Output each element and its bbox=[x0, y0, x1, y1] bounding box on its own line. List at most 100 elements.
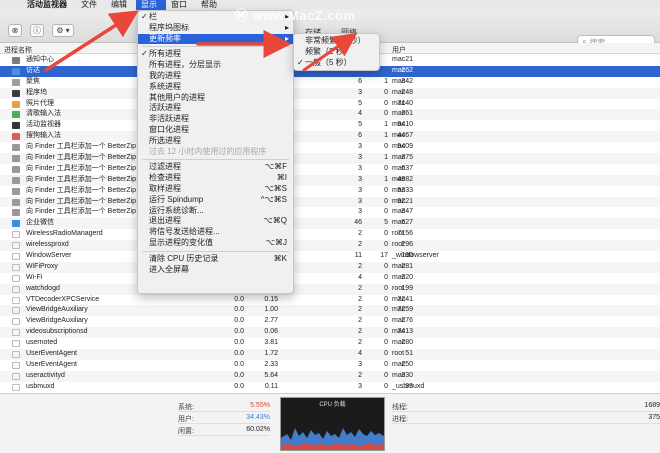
process-icon bbox=[12, 263, 20, 271]
menu-item-label: 栏 bbox=[149, 12, 157, 21]
menu-edit[interactable]: 编辑 bbox=[106, 0, 136, 10]
submenu-chevron-icon: ▸ bbox=[284, 22, 289, 32]
table-row[interactable]: videosubscriptionsd 0.0 0.06 2 0 7413 mac bbox=[0, 327, 660, 339]
table-row[interactable]: WiFiProxy 2 0 281 mac bbox=[0, 261, 660, 273]
view-menu-item[interactable]: ✓ 所有进程 bbox=[138, 49, 293, 60]
user-name: mac bbox=[392, 360, 406, 368]
column-header-user[interactable]: 用户 bbox=[392, 45, 406, 55]
menu-item-label: 清除 CPU 历史记录 bbox=[149, 253, 219, 263]
table-row[interactable]: watchdogd 2 0 199 root bbox=[0, 283, 660, 295]
table-row[interactable]: Wi-Fi 4 0 320 mac bbox=[0, 273, 660, 284]
menu-window[interactable]: 窗口 bbox=[166, 0, 196, 10]
menu-item-label: 取样进程 bbox=[149, 183, 181, 193]
user-name: mac bbox=[392, 317, 406, 325]
table-row[interactable]: WirelessRadioManagerd 2 0 7156 root bbox=[0, 229, 660, 240]
process-name: 搜狗输入法 bbox=[26, 132, 61, 140]
menu-item-label: 程序坞图标 bbox=[149, 22, 189, 32]
view-menu-item[interactable]: 显示进程的变化值 ⌥⌘J bbox=[138, 238, 293, 249]
view-menu-item[interactable]: 所选进程 bbox=[138, 136, 293, 147]
threads-count: 6 bbox=[358, 77, 362, 85]
view-menu-item[interactable]: 程序坞图标 ▸ bbox=[138, 23, 293, 34]
menu-shortcut: ⌥⌘Q bbox=[263, 216, 287, 226]
frequency-option[interactable]: 非常频繁（1秒） bbox=[294, 36, 379, 47]
process-name: WirelessRadioManagerd bbox=[26, 230, 103, 238]
user-name: root bbox=[392, 230, 405, 238]
inspect-button[interactable]: ⓘ bbox=[30, 24, 44, 37]
user-name: mac bbox=[392, 56, 406, 63]
table-row[interactable]: 向 Finder 工具栏添加一个 BetterZip 3 0 347 mac bbox=[0, 207, 660, 218]
process-icon bbox=[12, 78, 20, 86]
process-name: 照片代理 bbox=[26, 99, 54, 107]
view-menu-dropdown: ✓ 栏 ▸ 程序坞图标 ▸ 更新频率 ▸ ✓ 所有进程 所有进程，分层显示 我的进程 系统进程 其他用户… bbox=[137, 10, 294, 294]
view-menu-item[interactable]: 运行 Spindump ^⌥⌘S bbox=[138, 195, 293, 206]
update-frequency-submenu: 非常频繁（1秒） 频繁（2 秒） ✓ 一般（5 秒） bbox=[293, 33, 380, 71]
menu-file[interactable]: 文件 bbox=[76, 0, 106, 10]
view-menu-item[interactable]: 清除 CPU 历史记录 ⌘K bbox=[138, 254, 293, 265]
table-row[interactable]: 向 Finder 工具栏添加一个 BetterZip 3 0 9221 mac bbox=[0, 196, 660, 208]
view-menu-item[interactable]: 我的进程 bbox=[138, 71, 293, 82]
threads-count: 2 bbox=[358, 295, 362, 303]
threads-count: 6 bbox=[358, 132, 362, 140]
view-menu-item[interactable]: 窗口化进程 bbox=[138, 125, 293, 136]
table-row[interactable]: usbmuxd 0.0 0.11 3 0 93 _usbmuxd bbox=[0, 382, 660, 393]
table-row[interactable]: 向 Finder 工具栏添加一个 BetterZip 3 0 5333 mac bbox=[0, 186, 660, 197]
process-name: 向 Finder 工具栏添加一个 BetterZip bbox=[26, 208, 137, 216]
menu-item-label: 运行系统诊断... bbox=[149, 205, 204, 215]
view-menu-item[interactable]: 活跃进程 bbox=[138, 103, 293, 114]
process-name: 向 Finder 工具栏添加一个 BetterZip bbox=[26, 143, 137, 151]
process-name: 向 Finder 工具栏添加一个 BetterZip bbox=[26, 164, 137, 172]
process-name: ViewBridgeAuxiliary bbox=[26, 317, 88, 325]
action-menu-button[interactable]: ⚙ ▾ bbox=[52, 24, 74, 37]
process-name: 企业微信 bbox=[26, 219, 54, 227]
threads-count: 2 bbox=[358, 317, 362, 325]
process-icon bbox=[12, 340, 20, 348]
table-row[interactable]: wirelessproxd 2 0 296 root bbox=[0, 240, 660, 252]
threads-count: 2 bbox=[358, 241, 362, 249]
table-row[interactable]: 聚焦 6 1 342 mac bbox=[0, 77, 660, 88]
table-row[interactable]: 企业微信 46 5 627 mac bbox=[0, 218, 660, 230]
table-row[interactable]: UserEventAgent 0.0 2.33 3 0 250 mac bbox=[0, 360, 660, 371]
table-row[interactable]: 清歌输入法 4 0 361 mac bbox=[0, 109, 660, 121]
menu-help[interactable]: 帮助 bbox=[196, 0, 226, 10]
menu-activity-monitor[interactable]: 活动监视器 bbox=[22, 0, 76, 10]
view-menu-item[interactable]: 将信号发送给进程... bbox=[138, 227, 293, 238]
table-row[interactable]: 向 Finder 工具栏添加一个 BetterZip 3 1 4982 mac bbox=[0, 174, 660, 186]
view-menu-item[interactable]: 进入全屏幕 bbox=[138, 265, 293, 276]
view-menu-item[interactable]: 取样进程 ⌥⌘S bbox=[138, 184, 293, 195]
view-menu-item[interactable]: 其他用户的进程 bbox=[138, 93, 293, 104]
view-menu-item[interactable]: 更新频率 ▸ bbox=[138, 33, 293, 45]
view-menu-item[interactable]: 检查进程 ⌘I bbox=[138, 173, 293, 184]
view-menu-item[interactable]: 非活跃进程 bbox=[138, 114, 293, 125]
menu-item-label: 运行 Spindump bbox=[149, 194, 204, 204]
table-row[interactable]: 程序坞 3 0 248 mac bbox=[0, 87, 660, 99]
view-menu-item[interactable]: 所有进程，分层显示 bbox=[138, 60, 293, 71]
view-menu-item[interactable]: 过滤进程 ⌥⌘F bbox=[138, 162, 293, 173]
column-header-process-name[interactable]: 进程名称 bbox=[4, 45, 32, 55]
menu-view[interactable]: 显示 bbox=[136, 0, 166, 10]
table-row[interactable]: 照片代理 5 0 7140 mac bbox=[0, 99, 660, 110]
process-name: 向 Finder 工具栏添加一个 BetterZip bbox=[26, 154, 137, 162]
table-row[interactable]: 活动监视器 5 1 9410 mac bbox=[0, 120, 660, 131]
table-row[interactable]: 搜狗输入法 6 1 4467 mac bbox=[0, 131, 660, 143]
view-menu-item[interactable]: 运行系统诊断... bbox=[138, 206, 293, 217]
table-row[interactable]: VTDecoderXPCService 0.0 0.15 2 0 7241 mac bbox=[0, 295, 660, 306]
menu-item-label: 将信号发送给进程... bbox=[149, 227, 220, 237]
process-icon bbox=[12, 198, 20, 206]
stop-process-button[interactable]: ⊗ bbox=[8, 24, 22, 37]
table-row[interactable]: ViewBridgeAuxiliary 0.0 2.77 2 0 276 mac bbox=[0, 316, 660, 327]
menu-shortcut: ⌥⌘J bbox=[265, 237, 287, 247]
table-row[interactable]: UserEventAgent 0.0 1.72 4 0 51 root bbox=[0, 349, 660, 360]
view-menu-item[interactable]: 系统进程 bbox=[138, 82, 293, 93]
table-row[interactable]: 向 Finder 工具栏添加一个 BetterZip 3 1 375 mac bbox=[0, 153, 660, 164]
frequency-option[interactable]: 频繁（2 秒） bbox=[294, 47, 379, 58]
table-row[interactable]: usernoted 0.0 3.81 2 0 280 mac bbox=[0, 338, 660, 349]
threads-count: 3 bbox=[358, 143, 362, 151]
table-row[interactable]: 向 Finder 工具栏添加一个 BetterZip 3 0 9409 mac bbox=[0, 142, 660, 153]
table-row[interactable]: useractivityd 0.0 5.64 2 0 330 mac bbox=[0, 370, 660, 382]
table-row[interactable]: ViewBridgeAuxiliary 0.0 1.00 2 0 7259 mac bbox=[0, 305, 660, 317]
view-menu-item[interactable]: 退出进程 ⌥⌘Q bbox=[138, 216, 293, 227]
table-row[interactable]: WindowServer 11 17 190 _windowserver bbox=[0, 251, 660, 262]
table-row[interactable]: 向 Finder 工具栏添加一个 BetterZip 3 0 637 mac bbox=[0, 164, 660, 175]
frequency-option[interactable]: ✓ 一般（5 秒） bbox=[294, 58, 379, 69]
process-icon bbox=[12, 100, 20, 108]
